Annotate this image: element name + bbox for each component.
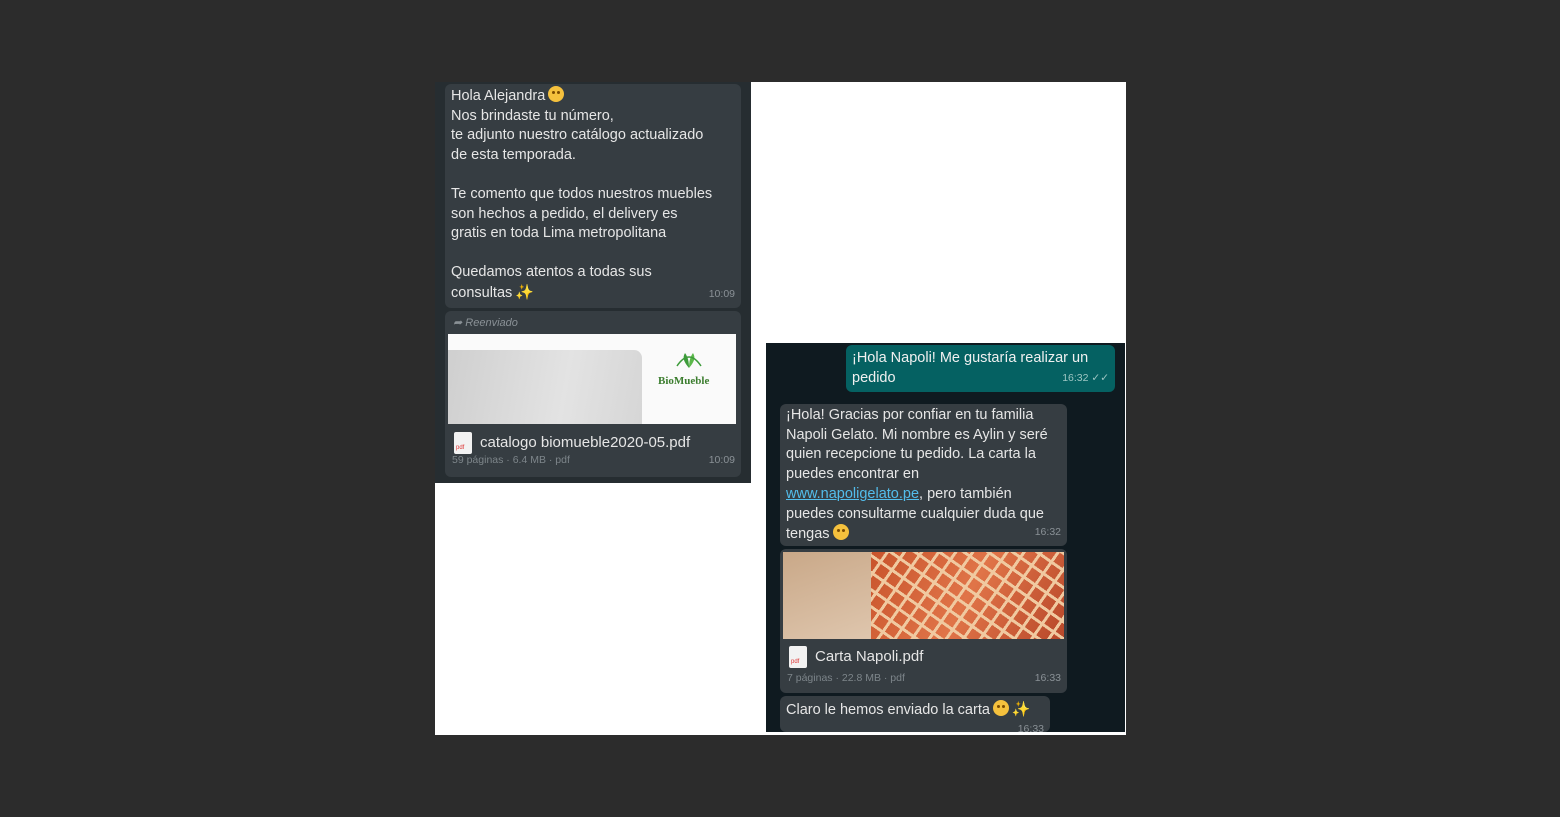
message-timestamp: 16:32 ✓✓	[1062, 372, 1109, 385]
forward-arrow-icon: ➦	[453, 317, 463, 329]
double-check-icon: ✓✓	[1091, 372, 1109, 385]
document-filename: Carta Napoli.pdf	[815, 648, 924, 666]
message-text: Quedamos atentos a todas sus consultas ✨	[451, 263, 652, 301]
menu-preview-image[interactable]	[783, 552, 1064, 639]
document-bubble-menu[interactable]: Carta Napoli.pdf 7 páginas · 22.8 MB · p…	[780, 549, 1067, 693]
document-file-row[interactable]: Carta Napoli.pdf	[789, 646, 924, 673]
message-text: Hola Alejandra Nos brindaste tu número, …	[451, 86, 704, 164]
message-timestamp: 16:32	[1034, 526, 1061, 539]
left-chat-panel: Hola Alejandra Nos brindaste tu número, …	[435, 82, 751, 483]
pdf-file-icon	[789, 646, 807, 673]
brand-logo: BioMueble	[658, 375, 710, 387]
right-chat-panel: ¡Hola Napoli! Me gustaría realizar un pe…	[766, 343, 1125, 732]
outgoing-message-bubble[interactable]: ¡Hola Napoli! Me gustaría realizar un pe…	[846, 345, 1115, 392]
smiling-face-emoji-icon	[992, 700, 1009, 716]
document-meta: 7 páginas · 22.8 MB · pdf	[787, 672, 905, 685]
document-meta: 59 páginas · 6.4 MB · pdf	[452, 454, 570, 467]
website-link[interactable]: www.napoligelato.pe	[786, 486, 919, 502]
incoming-message-bubble-carta[interactable]: Claro le hemos enviado la carta ✨ 16:33	[780, 696, 1050, 732]
message-bubble-catalog[interactable]: Hola Alejandra Nos brindaste tu número, …	[445, 84, 741, 308]
sparkles-emoji-icon: ✨	[1011, 701, 1031, 718]
message-text: Te comento que todos nuestros muebles so…	[451, 185, 713, 242]
catalog-cover-image	[448, 350, 642, 424]
message-timestamp: 16:33	[1034, 672, 1061, 685]
document-bubble-catalog[interactable]: ➦ Reenviado BioMueble catalogo biomueble…	[445, 311, 741, 477]
sparkles-emoji-icon: ✨	[515, 283, 534, 301]
forwarded-label: ➦ Reenviado	[453, 317, 518, 329]
smiling-face-emoji-icon	[832, 524, 849, 541]
waffle-image	[871, 552, 1064, 639]
document-filename: catalogo biomueble2020-05.pdf	[480, 434, 691, 452]
leaf-logo-icon	[674, 350, 704, 370]
smiling-face-emoji-icon	[548, 86, 565, 102]
document-preview[interactable]: BioMueble	[448, 334, 736, 424]
message-timestamp: 16:33	[1017, 723, 1044, 732]
message-timestamp: 10:09	[708, 454, 735, 467]
message-timestamp: 10:09	[708, 288, 735, 301]
incoming-message-bubble-greeting[interactable]: ¡Hola! Gracias por confiar en tu familia…	[780, 404, 1067, 546]
